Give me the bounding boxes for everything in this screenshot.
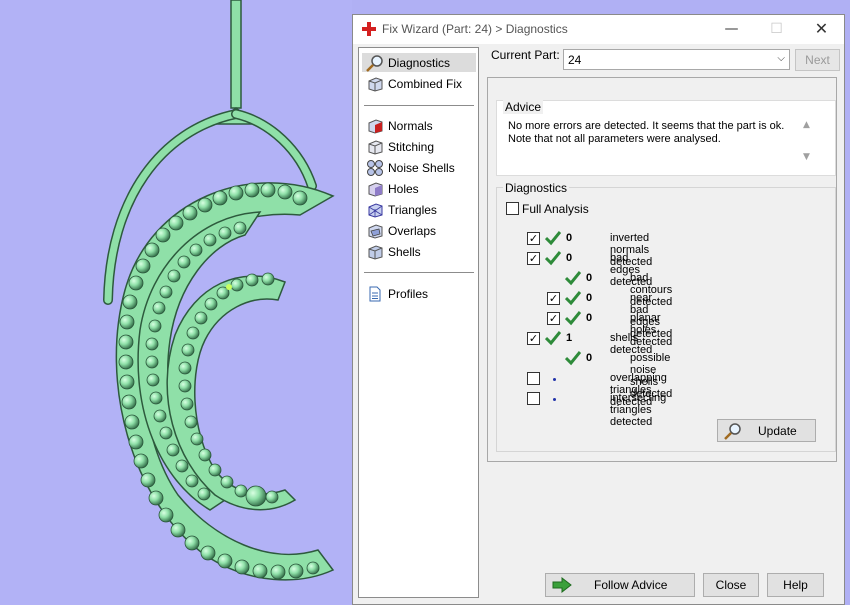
sidebar-item-triangles[interactable]: Triangles — [362, 200, 476, 219]
near-bad-edges-checkbox[interactable]: ✓ — [547, 292, 560, 305]
ok-check-icon — [545, 231, 561, 246]
jewelry-model — [103, 0, 335, 581]
close-window-button[interactable]: ✕ — [799, 15, 844, 44]
sidebar-item-diagnostics[interactable]: Diagnostics — [362, 53, 476, 72]
planar-holes-checkbox[interactable]: ✓ — [547, 312, 560, 325]
advice-text: No more errors are detected. It seems th… — [508, 120, 798, 146]
sidebar-item-label: Combined Fix — [388, 76, 463, 91]
follow-advice-label: Follow Advice — [594, 578, 668, 592]
scroll-up-icon[interactable]: ▲ — [803, 120, 810, 130]
maximize-button[interactable]: ☐ — [754, 15, 799, 44]
inverted-normals-checkbox[interactable]: ✓ — [527, 232, 540, 245]
sidebar-item-shells[interactable]: Shells — [362, 242, 476, 261]
sidebar-item-normals[interactable]: Normals — [362, 116, 476, 135]
sidebar-item-label: Triangles — [388, 202, 437, 217]
minimize-button[interactable]: — — [709, 15, 754, 44]
sidebar-item-label: Overlaps — [388, 223, 437, 238]
sidebar-item-overlaps[interactable]: Overlaps — [362, 221, 476, 240]
sidebar-item-label: Holes — [388, 181, 419, 196]
fix-wizard-window: Fix Wizard (Part: 24) > Diagnostics — ☐ … — [352, 14, 845, 605]
follow-advice-button[interactable]: Follow Advice — [545, 573, 695, 597]
triangles-cube-icon — [366, 201, 384, 219]
sidebar-item-label: Noise Shells — [388, 160, 455, 175]
ok-check-icon — [565, 351, 581, 366]
overlapping-triangles-checkbox[interactable] — [527, 372, 540, 385]
sidebar-item-label: Stitching — [388, 139, 435, 154]
scroll-down-icon[interactable]: ▼ — [803, 152, 810, 162]
overlaps-cube-icon — [366, 222, 384, 240]
row-count: 0 — [566, 232, 573, 244]
sidebar-separator — [364, 272, 474, 273]
sidebar-item-label: Shells — [388, 244, 421, 259]
ok-check-icon — [565, 291, 581, 306]
chevron-down-icon: ⌵ — [777, 53, 785, 64]
cube-icon — [366, 75, 384, 93]
help-button[interactable]: Help — [767, 573, 824, 597]
green-arrow-icon — [552, 577, 572, 593]
ok-check-icon — [545, 251, 561, 266]
row-count: 0 — [586, 292, 593, 304]
pending-dot-icon — [553, 398, 556, 401]
document-icon — [366, 285, 384, 303]
magnifier-icon — [366, 54, 384, 72]
ok-check-icon — [565, 271, 581, 286]
current-part-value: 24 — [568, 53, 582, 67]
advice-title: Advice — [503, 100, 544, 114]
sidebar-item-label: Diagnostics — [388, 55, 451, 70]
advice-scrollbar[interactable]: ▲ ▼ — [801, 120, 815, 166]
sidebar-item-combined-fix[interactable]: Combined Fix — [362, 74, 476, 93]
advice-line-1: No more errors are detected. It seems th… — [508, 120, 785, 132]
next-button[interactable]: Next — [795, 49, 840, 71]
update-label: Update — [758, 423, 797, 438]
intersecting-triangles-checkbox[interactable] — [527, 392, 540, 405]
shells-cube-icon — [366, 243, 384, 261]
advice-line-2: Note that not all parameters were analys… — [508, 133, 721, 145]
noise-shells-icon — [366, 159, 384, 177]
current-part-label: Current Part: — [491, 48, 560, 62]
row-count: 1 — [566, 332, 573, 344]
title-bar: Fix Wizard (Part: 24) > Diagnostics — ☐ … — [353, 15, 844, 44]
update-button[interactable]: Update — [717, 419, 816, 442]
sidebar-separator — [364, 105, 474, 106]
bad-edges-checkbox[interactable]: ✓ — [527, 252, 540, 265]
full-analysis-checkbox[interactable] — [506, 202, 519, 215]
red-cross-icon — [362, 22, 376, 36]
close-button[interactable]: Close — [703, 573, 759, 597]
ok-check-icon — [545, 331, 561, 346]
normals-cube-icon — [366, 117, 384, 135]
sidebar-item-stitching[interactable]: Stitching — [362, 137, 476, 156]
row-count: 0 — [586, 312, 593, 324]
row-count: 0 — [566, 252, 573, 264]
ok-check-icon — [565, 311, 581, 326]
stitching-cube-icon — [366, 138, 384, 156]
pending-dot-icon — [553, 378, 556, 381]
current-part-select[interactable]: 24 ⌵ — [563, 49, 790, 70]
diagnostics-title: Diagnostics — [503, 181, 570, 195]
row-count: 0 — [586, 352, 593, 364]
full-analysis-label: Full Analysis — [522, 202, 589, 216]
sidebar-item-label: Normals — [388, 118, 433, 133]
magnifier-icon — [724, 422, 742, 440]
shells-checkbox[interactable]: ✓ — [527, 332, 540, 345]
sidebar-item-noise-shells[interactable]: Noise Shells — [362, 158, 476, 177]
sidebar-item-profiles[interactable]: Profiles — [362, 284, 476, 303]
row-label: intersecting triangles detected — [610, 392, 667, 428]
wizard-sidebar: Diagnostics Combined Fix Normals Stitchi… — [358, 47, 479, 598]
holes-cube-icon — [366, 180, 384, 198]
window-title: Fix Wizard (Part: 24) > Diagnostics — [382, 22, 568, 36]
row-count: 0 — [586, 272, 593, 284]
sidebar-item-holes[interactable]: Holes — [362, 179, 476, 198]
3d-viewport[interactable] — [0, 0, 352, 605]
sidebar-item-label: Profiles — [388, 286, 429, 301]
